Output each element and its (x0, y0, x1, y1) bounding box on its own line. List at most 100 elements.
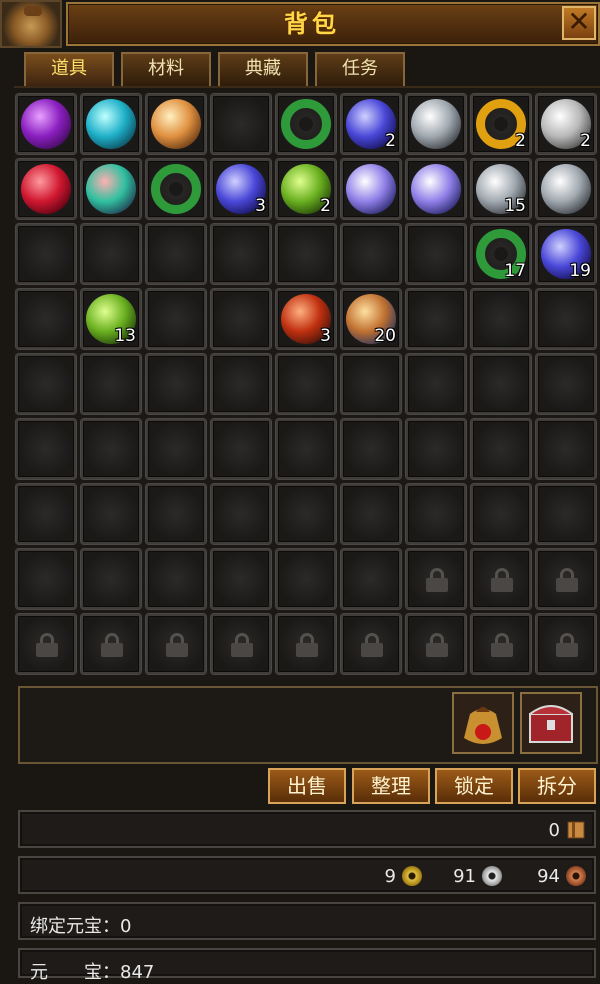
empty-slot[interactable] (341, 224, 401, 284)
empty-slot[interactable] (146, 289, 206, 349)
inventory-slot[interactable] (276, 94, 336, 154)
inventory-slot[interactable]: 13 (81, 289, 141, 349)
empty-slot[interactable] (406, 354, 466, 414)
empty-slot[interactable] (536, 419, 596, 479)
bound-yuanbao-bar: 绑定元宝：0 (18, 902, 596, 940)
treasure-chest-button[interactable] (520, 692, 582, 754)
empty-slot[interactable] (146, 354, 206, 414)
inventory-slot[interactable]: 3 (276, 289, 336, 349)
lock-icon (101, 633, 123, 657)
empty-slot[interactable] (276, 224, 336, 284)
empty-slot[interactable] (276, 419, 336, 479)
locked-slot[interactable] (341, 614, 401, 674)
tab-collection[interactable]: 典藏 (218, 52, 308, 86)
inventory-slot[interactable] (146, 159, 206, 219)
empty-slot[interactable] (211, 94, 271, 154)
lucky-bag-button[interactable] (452, 692, 514, 754)
inventory-slot[interactable] (406, 94, 466, 154)
locked-slot[interactable] (536, 614, 596, 674)
diamond-icon (411, 99, 461, 149)
empty-slot[interactable] (211, 419, 271, 479)
locked-slot[interactable] (81, 614, 141, 674)
empty-slot[interactable] (536, 354, 596, 414)
inventory-slot[interactable] (406, 159, 466, 219)
split-button[interactable]: 拆分 (518, 768, 596, 804)
locked-slot[interactable] (406, 614, 466, 674)
inventory-slot[interactable]: 19 (536, 224, 596, 284)
empty-slot[interactable] (16, 549, 76, 609)
locked-slot[interactable] (16, 614, 76, 674)
inventory-slot[interactable] (16, 159, 76, 219)
empty-slot[interactable] (16, 419, 76, 479)
lock-button[interactable]: 锁定 (435, 768, 513, 804)
empty-slot[interactable] (81, 484, 141, 544)
tab-quests[interactable]: 任务 (315, 52, 405, 86)
close-button[interactable]: ✕ (562, 6, 596, 40)
locked-slot[interactable] (471, 614, 531, 674)
inventory-slot[interactable] (341, 159, 401, 219)
empty-slot[interactable] (16, 484, 76, 544)
empty-slot[interactable] (341, 484, 401, 544)
empty-slot[interactable] (406, 484, 466, 544)
inventory-slot[interactable] (16, 94, 76, 154)
locked-slot[interactable] (211, 614, 271, 674)
empty-slot[interactable] (536, 484, 596, 544)
empty-slot[interactable] (276, 549, 336, 609)
amber-crystal-ball-icon (151, 99, 201, 149)
empty-slot[interactable] (211, 549, 271, 609)
tab-materials[interactable]: 材料 (121, 52, 211, 86)
empty-slot[interactable] (81, 419, 141, 479)
empty-slot[interactable] (146, 549, 206, 609)
empty-slot[interactable] (406, 419, 466, 479)
sort-button[interactable]: 整理 (352, 768, 430, 804)
empty-slot[interactable] (341, 419, 401, 479)
empty-slot[interactable] (471, 484, 531, 544)
lock-icon (166, 633, 188, 657)
inventory-slot[interactable]: 2 (276, 159, 336, 219)
sell-button[interactable]: 出售 (268, 768, 346, 804)
moon-crystal-icon (411, 164, 461, 214)
empty-slot[interactable] (341, 549, 401, 609)
inventory-slot[interactable] (81, 159, 141, 219)
inventory-slot[interactable] (536, 159, 596, 219)
empty-slot[interactable] (471, 354, 531, 414)
empty-slot[interactable] (146, 484, 206, 544)
empty-slot[interactable] (341, 354, 401, 414)
inventory-slot[interactable]: 20 (341, 289, 401, 349)
empty-slot[interactable] (81, 224, 141, 284)
empty-slot[interactable] (406, 289, 466, 349)
inventory-slot[interactable]: 3 (211, 159, 271, 219)
empty-slot[interactable] (211, 484, 271, 544)
inventory-slot[interactable]: 2 (471, 94, 531, 154)
item-count: 13 (114, 326, 136, 346)
empty-slot[interactable] (146, 224, 206, 284)
empty-slot[interactable] (406, 224, 466, 284)
empty-slot[interactable] (146, 419, 206, 479)
inventory-slot[interactable]: 2 (536, 94, 596, 154)
inventory-slot[interactable]: 17 (471, 224, 531, 284)
empty-slot[interactable] (211, 289, 271, 349)
inventory-slot[interactable] (81, 94, 141, 154)
empty-slot[interactable] (211, 354, 271, 414)
item-count: 2 (320, 196, 331, 216)
inventory-slot[interactable] (146, 94, 206, 154)
empty-slot[interactable] (276, 484, 336, 544)
empty-slot[interactable] (16, 354, 76, 414)
inventory-slot[interactable]: 2 (341, 94, 401, 154)
empty-slot[interactable] (471, 289, 531, 349)
empty-slot[interactable] (81, 354, 141, 414)
empty-slot[interactable] (81, 549, 141, 609)
tab-items[interactable]: 道具 (24, 52, 114, 86)
empty-slot[interactable] (276, 354, 336, 414)
empty-slot[interactable] (16, 289, 76, 349)
empty-slot[interactable] (16, 224, 76, 284)
empty-slot[interactable] (536, 289, 596, 349)
locked-slot[interactable] (536, 549, 596, 609)
locked-slot[interactable] (276, 614, 336, 674)
empty-slot[interactable] (211, 224, 271, 284)
locked-slot[interactable] (471, 549, 531, 609)
inventory-slot[interactable]: 15 (471, 159, 531, 219)
empty-slot[interactable] (471, 419, 531, 479)
locked-slot[interactable] (406, 549, 466, 609)
locked-slot[interactable] (146, 614, 206, 674)
